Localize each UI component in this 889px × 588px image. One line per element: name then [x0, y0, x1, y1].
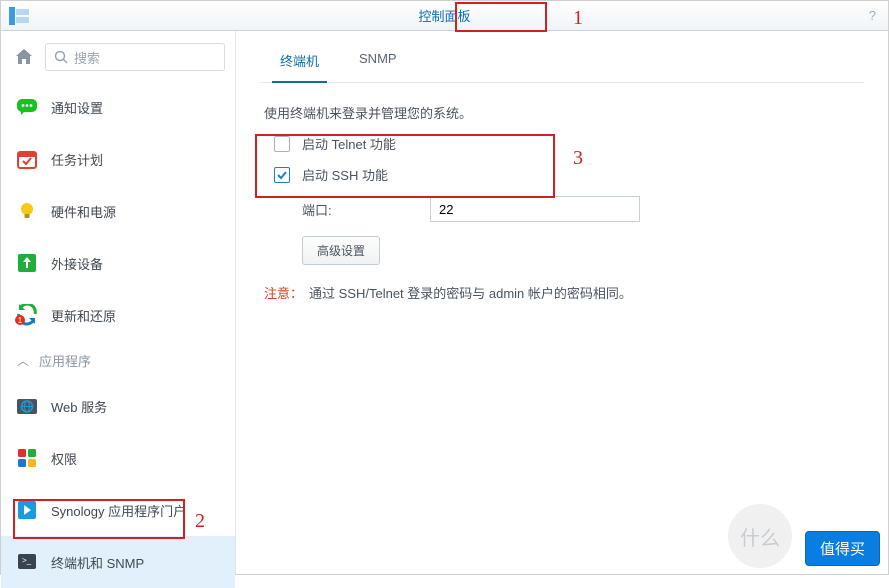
tabs: 终端机 SNMP	[260, 41, 864, 83]
sidebar-item-label: 硬件和电源	[51, 202, 116, 221]
search-input[interactable]: 搜索	[45, 43, 225, 71]
sidebar-item-privilege[interactable]: 权限	[1, 432, 235, 484]
sidebar-item-label: 通知设置	[51, 98, 103, 117]
home-icon[interactable]	[11, 45, 37, 69]
body: 搜索 通知设置 任务计划 硬件和电源 外接设备 1 更新和还原 ︿ 应用程序	[1, 31, 888, 574]
sidebar-item-label: 外接设备	[51, 254, 103, 273]
svg-text:>_: >_	[22, 556, 32, 565]
titlebar: 控制面板 ?	[1, 1, 888, 31]
sidebar-item-terminal[interactable]: >_ 终端机和 SNMP	[1, 536, 235, 588]
sidebar-item-external[interactable]: 外接设备	[1, 237, 235, 289]
port-label: 端口:	[302, 200, 430, 219]
watermark-button[interactable]: 值得买	[805, 531, 880, 566]
sidebar-item-hardware[interactable]: 硬件和电源	[1, 185, 235, 237]
bulb-icon	[15, 199, 39, 223]
sidebar-item-label: 权限	[51, 449, 77, 468]
sidebar-item-label: Web 服务	[51, 397, 107, 416]
sidebar-item-web[interactable]: Web 服务	[1, 380, 235, 432]
help-icon[interactable]: ?	[869, 8, 876, 23]
tab-terminal[interactable]: 终端机	[260, 41, 339, 82]
sidebar-item-notifications[interactable]: 通知设置	[1, 81, 235, 133]
telnet-checkbox[interactable]	[274, 136, 290, 152]
ssh-row: 启动 SSH 功能	[274, 165, 860, 184]
sidebar-item-label: 更新和还原	[51, 306, 116, 325]
sidebar-section-apps[interactable]: ︿ 应用程序	[1, 341, 235, 380]
chevron-up-icon: ︿	[17, 352, 29, 369]
sidebar: 搜索 通知设置 任务计划 硬件和电源 外接设备 1 更新和还原 ︿ 应用程序	[1, 31, 236, 574]
refresh-icon: 1	[15, 303, 39, 327]
calendar-icon	[15, 147, 39, 171]
tab-snmp[interactable]: SNMP	[339, 41, 417, 82]
advanced-button[interactable]: 高级设置	[302, 236, 380, 265]
sidebar-item-label: 任务计划	[51, 150, 103, 169]
sidebar-section-label: 应用程序	[39, 351, 91, 370]
ssh-checkbox[interactable]	[274, 167, 290, 183]
svg-text:1: 1	[18, 316, 23, 325]
app-icon	[7, 6, 31, 26]
window-title: 控制面板	[388, 4, 500, 27]
search-icon	[54, 50, 68, 64]
upload-icon	[15, 251, 39, 275]
note-text: 通过 SSH/Telnet 登录的密码与 admin 帐户的密码相同。	[309, 286, 632, 301]
intro-text: 使用终端机来登录并管理您的系统。	[264, 103, 860, 122]
chat-icon	[15, 95, 39, 119]
search-placeholder: 搜索	[74, 48, 100, 67]
panel: 使用终端机来登录并管理您的系统。 启动 Telnet 功能 启动 SSH 功能 …	[260, 83, 864, 302]
terminal-icon: >_	[15, 550, 39, 574]
sidebar-item-portal[interactable]: Synology 应用程序门户	[1, 484, 235, 536]
watermark-badge: 什么	[728, 504, 792, 568]
port-row: 端口:	[302, 196, 860, 222]
ssh-label: 启动 SSH 功能	[302, 165, 388, 184]
content-area: 终端机 SNMP 使用终端机来登录并管理您的系统。 启动 Telnet 功能 启…	[236, 31, 888, 574]
portal-icon	[15, 498, 39, 522]
sidebar-item-label: Synology 应用程序门户	[51, 501, 186, 520]
telnet-row: 启动 Telnet 功能	[274, 134, 860, 153]
sidebar-item-update[interactable]: 1 更新和还原	[1, 289, 235, 341]
port-input[interactable]	[430, 196, 640, 222]
grid-icon	[15, 446, 39, 470]
sidebar-item-tasks[interactable]: 任务计划	[1, 133, 235, 185]
sidebar-item-label: 终端机和 SNMP	[51, 553, 144, 572]
note-label: 注意：	[264, 286, 303, 301]
telnet-label: 启动 Telnet 功能	[302, 134, 396, 153]
globe-icon	[15, 394, 39, 418]
note: 注意： 通过 SSH/Telnet 登录的密码与 admin 帐户的密码相同。	[264, 283, 860, 302]
